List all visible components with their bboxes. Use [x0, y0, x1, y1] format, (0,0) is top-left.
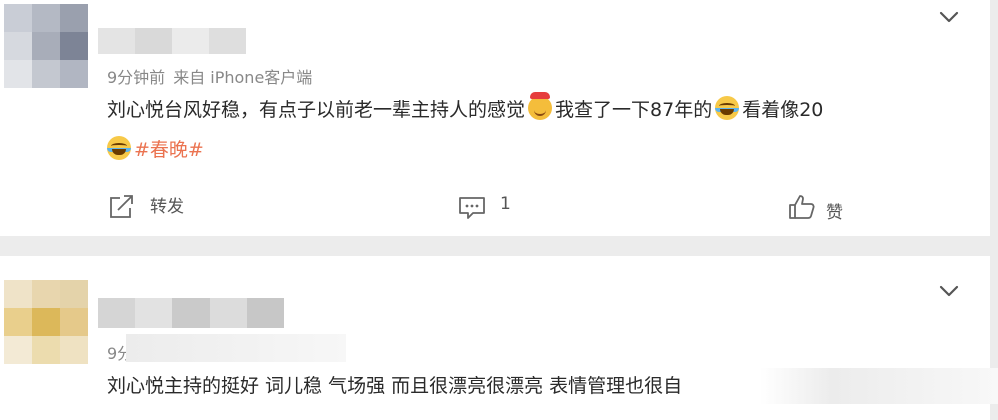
comment-source: 来自 iPhone客户端	[173, 68, 313, 87]
like-icon	[789, 195, 815, 219]
comment-button[interactable]: 1	[458, 194, 511, 220]
laughing-tears-emoji-icon	[715, 96, 740, 120]
comment-icon	[459, 197, 485, 219]
chevron-down-icon[interactable]	[938, 6, 960, 28]
avatar[interactable]	[4, 280, 88, 364]
text-fade-mask	[760, 368, 998, 404]
comment-meta: 9分钟前 来自 iPhone客户端	[107, 64, 312, 88]
comment-text-part: 看着像20	[742, 99, 824, 121]
repost-label: 转发	[150, 196, 184, 217]
username-blurred[interactable]	[98, 298, 285, 328]
chevron-down-icon[interactable]	[938, 280, 960, 302]
repost-icon	[110, 195, 133, 218]
like-button[interactable]: 赞	[788, 194, 843, 223]
comment-count: 1	[500, 194, 511, 214]
cat-face-emoji-icon	[528, 92, 553, 120]
comment-card: 9分钟前 来自 iPhone客户端 刘心悦台风好稳，有点子以前老一辈主持人的感觉 我…	[0, 0, 990, 236]
comment-text-part: 我查了一下87年的	[555, 99, 713, 121]
comment-text-part: 刘心悦主持的挺好 词儿稳 气场强 而且很漂亮很漂亮 表情管理也很自	[107, 375, 683, 397]
comment-text: 刘心悦台风好稳，有点子以前老一辈主持人的感觉 我查了一下87年的 看着像20 #春晚#	[107, 90, 967, 170]
repost-button[interactable]: 转发	[108, 194, 184, 220]
username-blurred[interactable]	[98, 28, 246, 54]
laughing-tears-emoji-icon	[107, 136, 131, 160]
comment-time: 9分钟前	[107, 68, 166, 87]
topic-link[interactable]: #春晚#	[134, 139, 204, 161]
meta-blur-mask	[126, 334, 346, 362]
like-label: 赞	[826, 202, 843, 223]
avatar[interactable]	[4, 4, 88, 88]
comment-text-part: 刘心悦台风好稳，有点子以前老一辈主持人的感觉	[107, 99, 526, 121]
